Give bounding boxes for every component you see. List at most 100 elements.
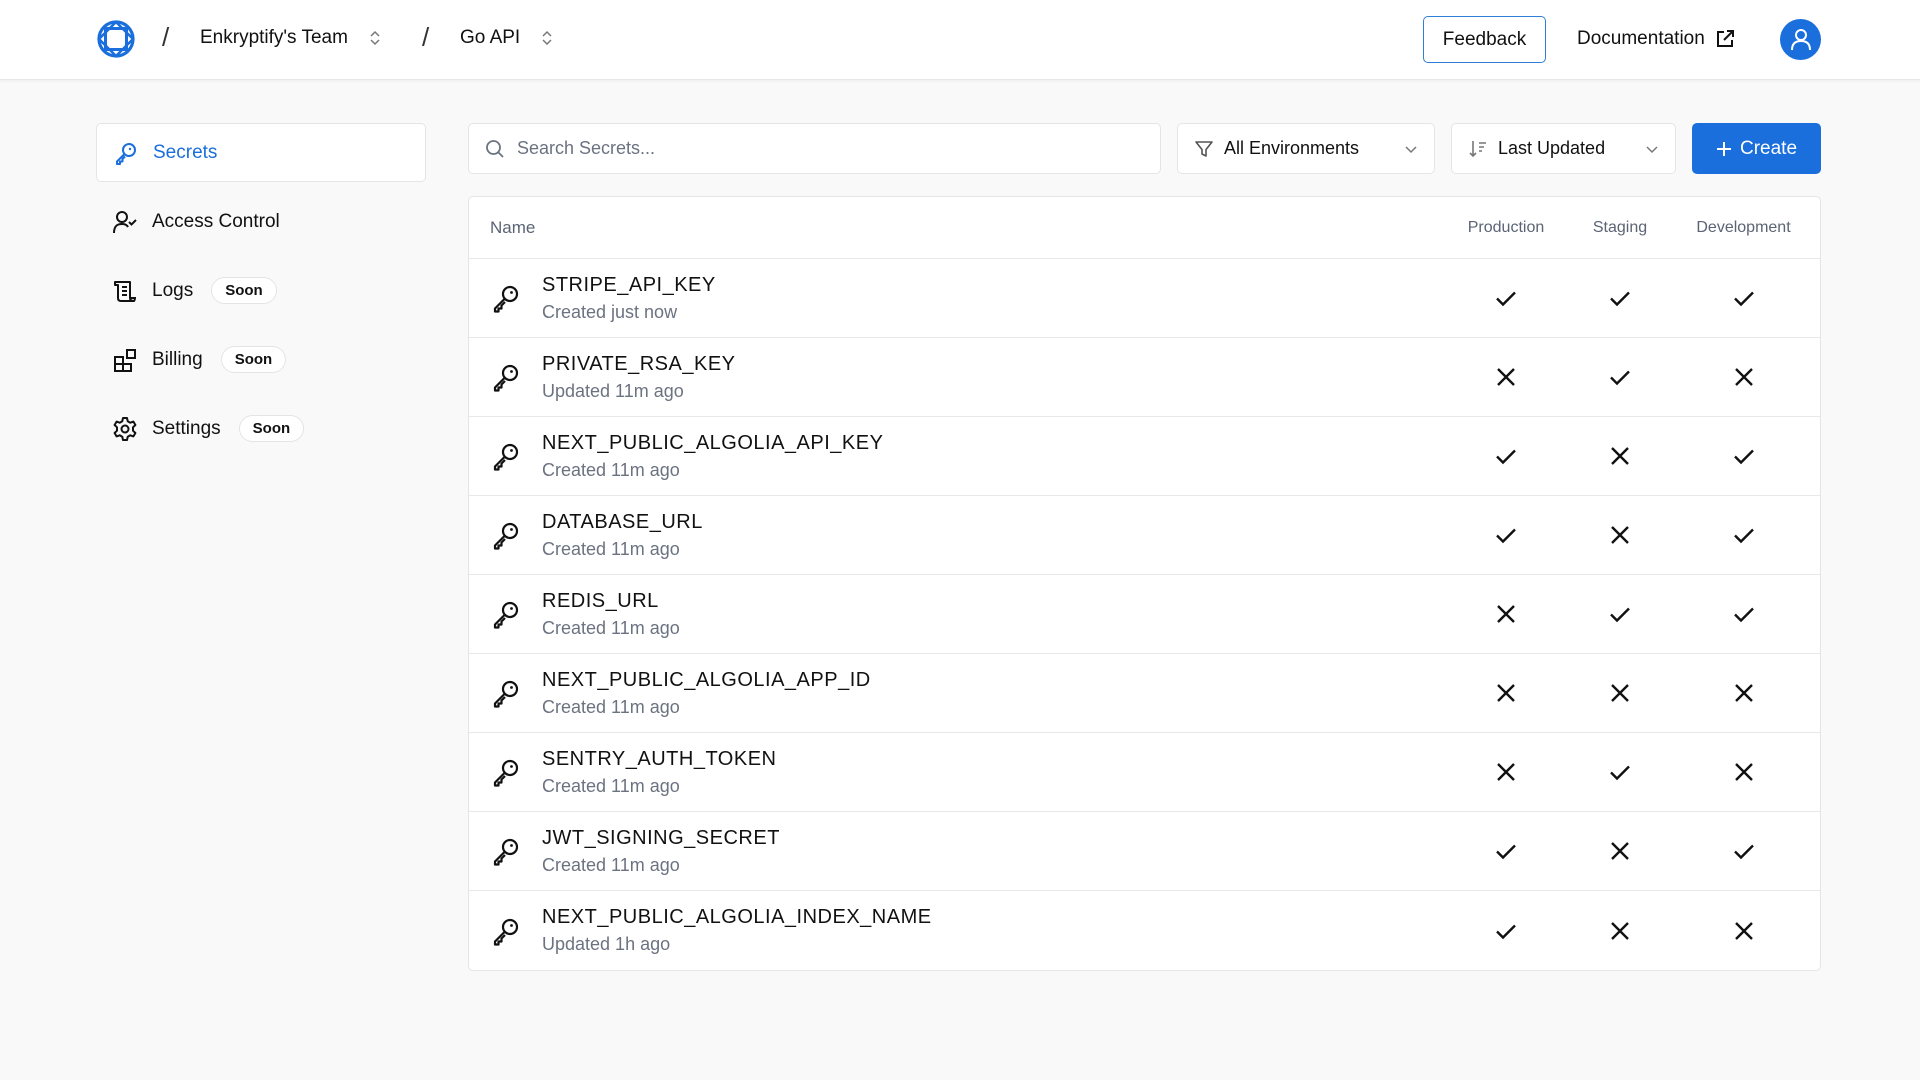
x-icon: [1734, 368, 1753, 386]
check-icon: [1496, 291, 1516, 307]
secret-status: Created 11m ago: [542, 775, 680, 796]
column-header-staging: Staging: [1592, 218, 1648, 236]
check-icon: [1496, 449, 1516, 465]
check-icon: [1733, 528, 1754, 544]
plus-icon: [1716, 141, 1731, 156]
key-icon: [493, 285, 519, 313]
blocks-icon: [112, 347, 138, 373]
secret-status: Updated 1h ago: [542, 934, 671, 954]
column-header-development: Development: [1696, 218, 1791, 236]
secret-name: SENTRY_AUTH_TOKEN: [542, 747, 777, 770]
development-cell: [1677, 838, 1810, 864]
key-icon: [493, 918, 519, 946]
enkryptify-logo-icon[interactable]: [96, 19, 136, 59]
key-icon: [493, 759, 519, 787]
check-icon: [1496, 528, 1516, 544]
table-row[interactable]: STRIPE_API_KEY Created just now: [469, 259, 1820, 338]
production-cell: [1449, 602, 1563, 626]
create-button[interactable]: Create: [1692, 123, 1821, 174]
documentation-link[interactable]: Documentation: [1577, 24, 1735, 54]
table-row[interactable]: PRIVATE_RSA_KEY Updated 11m ago: [469, 338, 1820, 417]
production-cell: [1449, 681, 1563, 705]
sidebar-item-settings[interactable]: Settings Soon: [96, 399, 426, 458]
sidebar-item-logs[interactable]: Logs Soon: [96, 261, 426, 320]
key-icon: [113, 140, 139, 166]
external-link-icon: [1716, 30, 1734, 47]
x-icon: [1497, 605, 1515, 623]
filter-icon: [1195, 140, 1213, 157]
sort-dropdown[interactable]: Last Updated: [1451, 123, 1676, 174]
x-icon: [1497, 763, 1515, 781]
secret-name: NEXT_PUBLIC_ALGOLIA_INDEX_NAME: [542, 906, 932, 928]
table-row[interactable]: SENTRY_AUTH_TOKEN Created 11m ago: [469, 733, 1820, 812]
staging-cell: [1563, 601, 1677, 627]
check-icon: [1610, 607, 1630, 623]
top-bar: / Enkryptify's Team / Go API Feedback Do…: [0, 0, 1920, 80]
project-name: Go API: [460, 27, 521, 48]
secret-name: REDIS_URL: [542, 589, 659, 612]
check-icon: [1610, 291, 1630, 307]
development-cell: [1677, 365, 1810, 389]
x-icon: [1611, 684, 1629, 702]
sidebar-item-access-control[interactable]: Access Control: [96, 192, 426, 251]
secret-status: Created 11m ago: [542, 696, 680, 717]
production-cell: [1449, 522, 1563, 548]
chevron-down-icon: [1646, 145, 1658, 153]
chevron-up-down-icon: [542, 30, 552, 46]
search-input[interactable]: [517, 138, 1137, 159]
secret-info: STRIPE_API_KEY Created just now: [542, 274, 1449, 323]
staging-cell: [1563, 919, 1677, 943]
secret-info: DATABASE_URL Created 11m ago: [542, 511, 1449, 560]
secret-status: Created 11m ago: [542, 854, 680, 875]
key-icon: [493, 601, 519, 629]
table-row[interactable]: REDIS_URL Created 11m ago: [469, 575, 1820, 654]
secret-status: Created 11m ago: [542, 617, 680, 638]
user-check-icon: [112, 209, 138, 235]
column-header-name[interactable]: Name: [469, 218, 1449, 238]
environment-filter-dropdown[interactable]: All Environments: [1177, 123, 1435, 174]
search-icon: [486, 139, 504, 158]
secret-name: DATABASE_URL: [542, 510, 703, 533]
secret-name: NEXT_PUBLIC_ALGOLIA_API_KEY: [542, 431, 884, 454]
secret-info: REDIS_URL Created 11m ago: [542, 590, 1449, 639]
development-cell: [1677, 522, 1810, 548]
feedback-button[interactable]: Feedback: [1423, 16, 1546, 63]
sidebar-item-billing[interactable]: Billing Soon: [96, 330, 426, 389]
team-name: Enkryptify's Team: [200, 27, 348, 48]
staging-cell: [1563, 839, 1677, 863]
x-icon: [1734, 763, 1753, 781]
table-row[interactable]: DATABASE_URL Created 11m ago: [469, 496, 1820, 575]
chevron-down-icon: [1405, 145, 1417, 153]
column-header-production: Production: [1467, 218, 1545, 236]
create-label: Create: [1739, 137, 1798, 159]
check-icon: [1496, 924, 1516, 939]
table-row[interactable]: NEXT_PUBLIC_ALGOLIA_INDEX_NAME Updated 1…: [469, 891, 1820, 970]
project-switcher[interactable]: Go API: [460, 27, 554, 49]
production-cell: [1449, 365, 1563, 389]
secret-info: NEXT_PUBLIC_ALGOLIA_API_KEY Created 11m …: [542, 432, 1449, 481]
secret-status: Created 11m ago: [542, 459, 680, 480]
table-row[interactable]: NEXT_PUBLIC_ALGOLIA_API_KEY Created 11m …: [469, 417, 1820, 496]
development-cell: [1677, 919, 1810, 943]
soon-badge: Soon: [238, 415, 305, 442]
production-cell: [1449, 285, 1563, 311]
scroll-icon: [112, 278, 138, 304]
table-row[interactable]: JWT_SIGNING_SECRET Created 11m ago: [469, 812, 1820, 891]
x-icon: [1734, 921, 1753, 940]
check-icon: [1733, 291, 1754, 307]
secret-name: PRIVATE_RSA_KEY: [542, 352, 736, 375]
environment-filter-value: All Environments: [1224, 138, 1360, 158]
key-icon: [493, 443, 519, 471]
sidebar-item-secrets[interactable]: Secrets: [96, 123, 426, 182]
chevron-up-down-icon: [370, 30, 380, 46]
x-icon: [1611, 921, 1629, 940]
team-switcher[interactable]: Enkryptify's Team: [200, 27, 382, 49]
table-row[interactable]: NEXT_PUBLIC_ALGOLIA_APP_ID Created 11m a…: [469, 654, 1820, 733]
check-icon: [1610, 765, 1630, 781]
search-box[interactable]: [468, 123, 1161, 174]
secret-info: PRIVATE_RSA_KEY Updated 11m ago: [542, 353, 1449, 402]
user-avatar[interactable]: [1780, 19, 1821, 60]
sidebar-item-label: Secrets: [153, 141, 218, 163]
secret-info: JWT_SIGNING_SECRET Created 11m ago: [542, 827, 1449, 876]
sidebar-item-label: Billing: [152, 348, 203, 370]
